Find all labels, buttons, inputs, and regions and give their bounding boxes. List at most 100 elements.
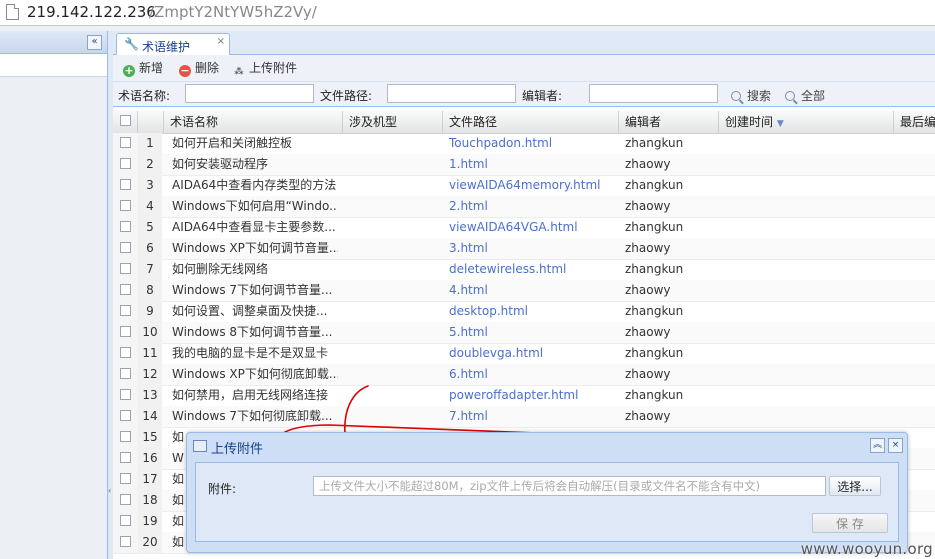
table-row[interactable]: 5 AIDA64中查看显卡主要参数... viewAIDA64VGA.html zha…	[113, 217, 935, 239]
col-term-name[interactable]: 术语名称	[164, 111, 343, 133]
table-row[interactable]: 3 AIDA64中查看内存类型的方法 viewAIDA64memory.html zh…	[113, 175, 935, 197]
term-name-cell: AIDA64中查看内存类型的方法	[172, 178, 337, 192]
row-checkbox[interactable]	[120, 494, 131, 505]
table-row[interactable]: 9 如何设置、调整桌面及快捷... desktop.html zhangkun	[113, 301, 935, 323]
table-row[interactable]: 10 Windows 8下如何调节音量... 5.html zhaowy	[113, 322, 935, 344]
table-row[interactable]: 6 Windows XP下如何调节音量... 3.html zhaowy	[113, 238, 935, 260]
row-checkbox[interactable]	[120, 515, 131, 526]
file-path-link[interactable]: doublevga.html	[444, 343, 619, 364]
table-row[interactable]: 8 Windows 7下如何调节音量... 4.html zhaowy	[113, 280, 935, 302]
row-checkbox[interactable]	[120, 137, 131, 148]
dialog-header[interactable]: 上传附件 ︽ ×	[187, 433, 907, 458]
table-row[interactable]: 2 如何安装驱动程序 1.html zhaowy	[113, 154, 935, 176]
file-path-link[interactable]: viewAIDA64memory.html	[444, 175, 619, 196]
save-button[interactable]: 保 存	[812, 513, 888, 533]
row-checkbox-cell	[113, 196, 139, 217]
delete-icon: −	[179, 64, 191, 77]
row-checkbox[interactable]	[120, 347, 131, 358]
file-path-link[interactable]: 1.html	[444, 154, 619, 175]
editor-cell: zhangkun	[625, 220, 684, 234]
term-name-input[interactable]	[185, 84, 314, 103]
editor-cell: zhangkun	[625, 388, 684, 402]
editor-cell: zhaowy	[625, 409, 671, 423]
row-checkbox[interactable]	[120, 410, 131, 421]
row-checkbox-cell	[113, 154, 139, 175]
editor-cell: zhaowy	[625, 283, 671, 297]
row-checkbox[interactable]	[120, 305, 131, 316]
address-bar[interactable]: 219.142.122.236 /ZmptY2NtYW5hZ2Vy/	[0, 0, 935, 26]
row-checkbox[interactable]	[120, 179, 131, 190]
table-row[interactable]: 7 如何删除无线网络 deletewireless.html zhangkun	[113, 259, 935, 281]
col-last-edit[interactable]: 最后编	[894, 111, 935, 133]
row-checkbox[interactable]	[120, 242, 131, 253]
file-path-link[interactable]: 2.html	[444, 196, 619, 217]
row-number: 13	[138, 385, 162, 406]
row-checkbox-cell	[113, 343, 139, 364]
row-checkbox[interactable]	[120, 536, 131, 547]
table-row[interactable]: 4 Windows下如何启用“Windo... 2.html zhaowy	[113, 196, 935, 218]
row-number: 19	[138, 511, 162, 532]
table-row[interactable]: 1 如何开启和关闭触控板 Touchpadon.html zhangkun	[113, 133, 935, 155]
row-checkbox[interactable]	[120, 473, 131, 484]
search-icon	[731, 91, 741, 101]
term-name-cell: 如何设置、调整桌面及快捷...	[172, 304, 328, 318]
file-path-link[interactable]: viewAIDA64VGA.html	[444, 217, 619, 238]
search-button[interactable]: 搜索	[731, 87, 771, 104]
add-button[interactable]: + 新增	[123, 60, 163, 77]
row-checkbox[interactable]	[120, 431, 131, 442]
row-checkbox[interactable]	[120, 221, 131, 232]
attachment-label: 附件:	[208, 482, 237, 496]
collapse-sidebar-icon[interactable]: «	[87, 35, 102, 50]
col-file-path[interactable]: 文件路径	[443, 111, 619, 133]
file-path-link[interactable]: deletewireless.html	[444, 259, 619, 280]
term-name-cell: Windows 7下如何彻底卸载...	[172, 409, 333, 423]
filter-bar: 术语名称: 文件路径: 编辑者: 搜索 全部	[113, 82, 935, 107]
table-row[interactable]: 12 Windows XP下如何彻底卸载... 6.html zhaowy	[113, 364, 935, 386]
row-checkbox[interactable]	[120, 200, 131, 211]
file-path-input[interactable]	[387, 84, 516, 103]
close-tab-icon[interactable]: ×	[217, 36, 225, 47]
row-checkbox[interactable]	[120, 452, 131, 463]
col-created[interactable]: 创建时间 ▼	[719, 111, 894, 133]
file-path-link[interactable]: 4.html	[444, 280, 619, 301]
row-number: 8	[138, 280, 162, 301]
file-path-link[interactable]: 7.html	[444, 406, 619, 427]
row-checkbox-cell	[113, 259, 139, 280]
file-path-link[interactable]: poweroffadapter.html	[444, 385, 619, 406]
row-checkbox[interactable]	[120, 284, 131, 295]
collapse-dialog-icon[interactable]: ︽	[870, 438, 885, 453]
file-path-link[interactable]: 6.html	[444, 364, 619, 385]
upload-attachment-button[interactable]: ⁂ 上传附件	[233, 60, 297, 77]
show-all-button[interactable]: 全部	[785, 87, 825, 104]
attachment-input[interactable]: 上传文件大小不能超过80M，zip文件上传后将会自动解压(目录或文件名不能含有中…	[313, 476, 826, 496]
close-dialog-icon[interactable]: ×	[888, 438, 903, 453]
col-models[interactable]: 涉及机型	[343, 111, 443, 133]
row-checkbox[interactable]	[120, 389, 131, 400]
delete-button[interactable]: − 删除	[179, 60, 219, 77]
row-checkbox[interactable]	[120, 158, 131, 169]
col-editor[interactable]: 编辑者	[619, 111, 719, 133]
sidebar-item[interactable]	[0, 54, 107, 77]
wrench-icon: 🔧	[124, 37, 139, 51]
table-row[interactable]: 14 Windows 7下如何彻底卸载... 7.html zhaowy	[113, 406, 935, 428]
table-row[interactable]: 11 我的电脑的显卡是不是双显卡 doublevga.html zhangkun	[113, 343, 935, 365]
row-checkbox[interactable]	[120, 263, 131, 274]
row-number: 4	[138, 196, 162, 217]
file-path-link[interactable]: Touchpadon.html	[444, 133, 619, 154]
editor-input[interactable]	[589, 84, 718, 103]
file-path-link[interactable]: desktop.html	[444, 301, 619, 322]
file-path-link[interactable]: 5.html	[444, 322, 619, 343]
editor-cell: zhangkun	[625, 304, 684, 318]
col-created-label: 创建时间	[725, 115, 774, 129]
rownum-header	[138, 111, 164, 133]
file-path-link[interactable]: 3.html	[444, 238, 619, 259]
row-checkbox[interactable]	[120, 368, 131, 379]
tab-term-maintenance[interactable]: 🔧 术语维护 ×	[116, 33, 230, 55]
splitter-arrow-icon[interactable]: ‹	[108, 486, 111, 495]
row-checkbox[interactable]	[120, 326, 131, 337]
table-row[interactable]: 13 如何禁用，启用无线网络连接 poweroffadapter.html zhang…	[113, 385, 935, 407]
row-checkbox-cell	[113, 532, 139, 553]
browse-button[interactable]: 选择...	[829, 476, 881, 496]
editor-cell: zhaowy	[625, 241, 671, 255]
select-all-checkbox[interactable]	[120, 115, 131, 126]
